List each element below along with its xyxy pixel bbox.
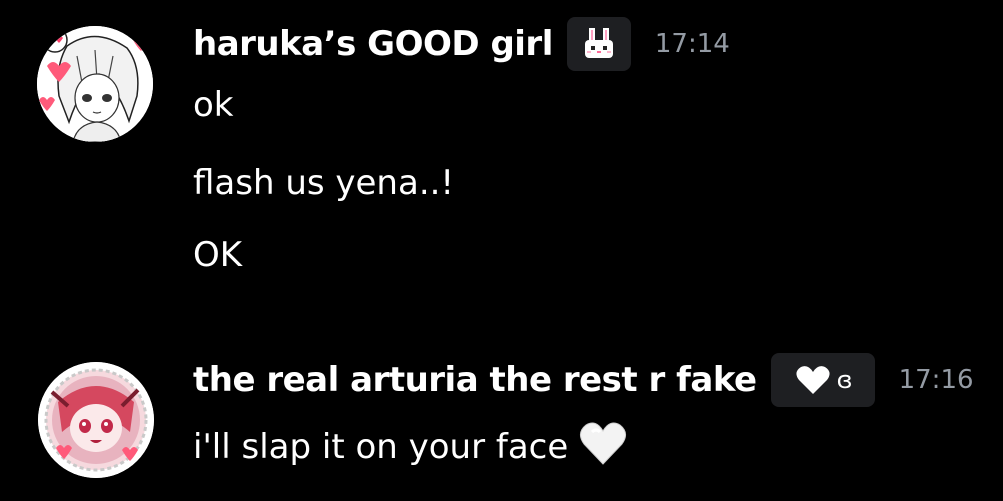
message-group-2: the real arturia the rest r fake ɞ 17:16… [0, 340, 1003, 501]
tag-symbol: ɞ [836, 366, 853, 394]
message-text[interactable]: i'll slap it on your face [193, 420, 628, 475]
avatar[interactable] [38, 362, 154, 478]
message-header: the real arturia the rest r fake ɞ 17:16 [193, 353, 974, 407]
white-heart-icon [796, 366, 830, 394]
username[interactable]: haruka’s GOOD girl [193, 24, 553, 64]
message-text[interactable]: ok [193, 85, 234, 125]
bunny-icon [584, 28, 613, 58]
user-tag[interactable] [566, 17, 631, 71]
avatar[interactable] [37, 26, 153, 142]
anime-girl-avatar-icon [37, 26, 153, 142]
user-tag[interactable]: ɞ [770, 353, 875, 407]
message-text[interactable]: flash us yena..! [193, 163, 454, 203]
white-heart-emoji-icon [578, 420, 628, 475]
timestamp: 17:16 [898, 365, 974, 395]
timestamp: 17:14 [654, 29, 730, 59]
anime-girl-avatar-icon [38, 362, 154, 478]
username[interactable]: the real arturia the rest r fake [193, 360, 757, 400]
message-text[interactable]: OK [193, 235, 242, 275]
message-text-content: i'll slap it on your face [193, 427, 569, 467]
message-header: haruka’s GOOD girl 17:14 [193, 17, 730, 71]
message-group-1: haruka’s GOOD girl 17:14 ok flash us yen… [0, 0, 1003, 300]
